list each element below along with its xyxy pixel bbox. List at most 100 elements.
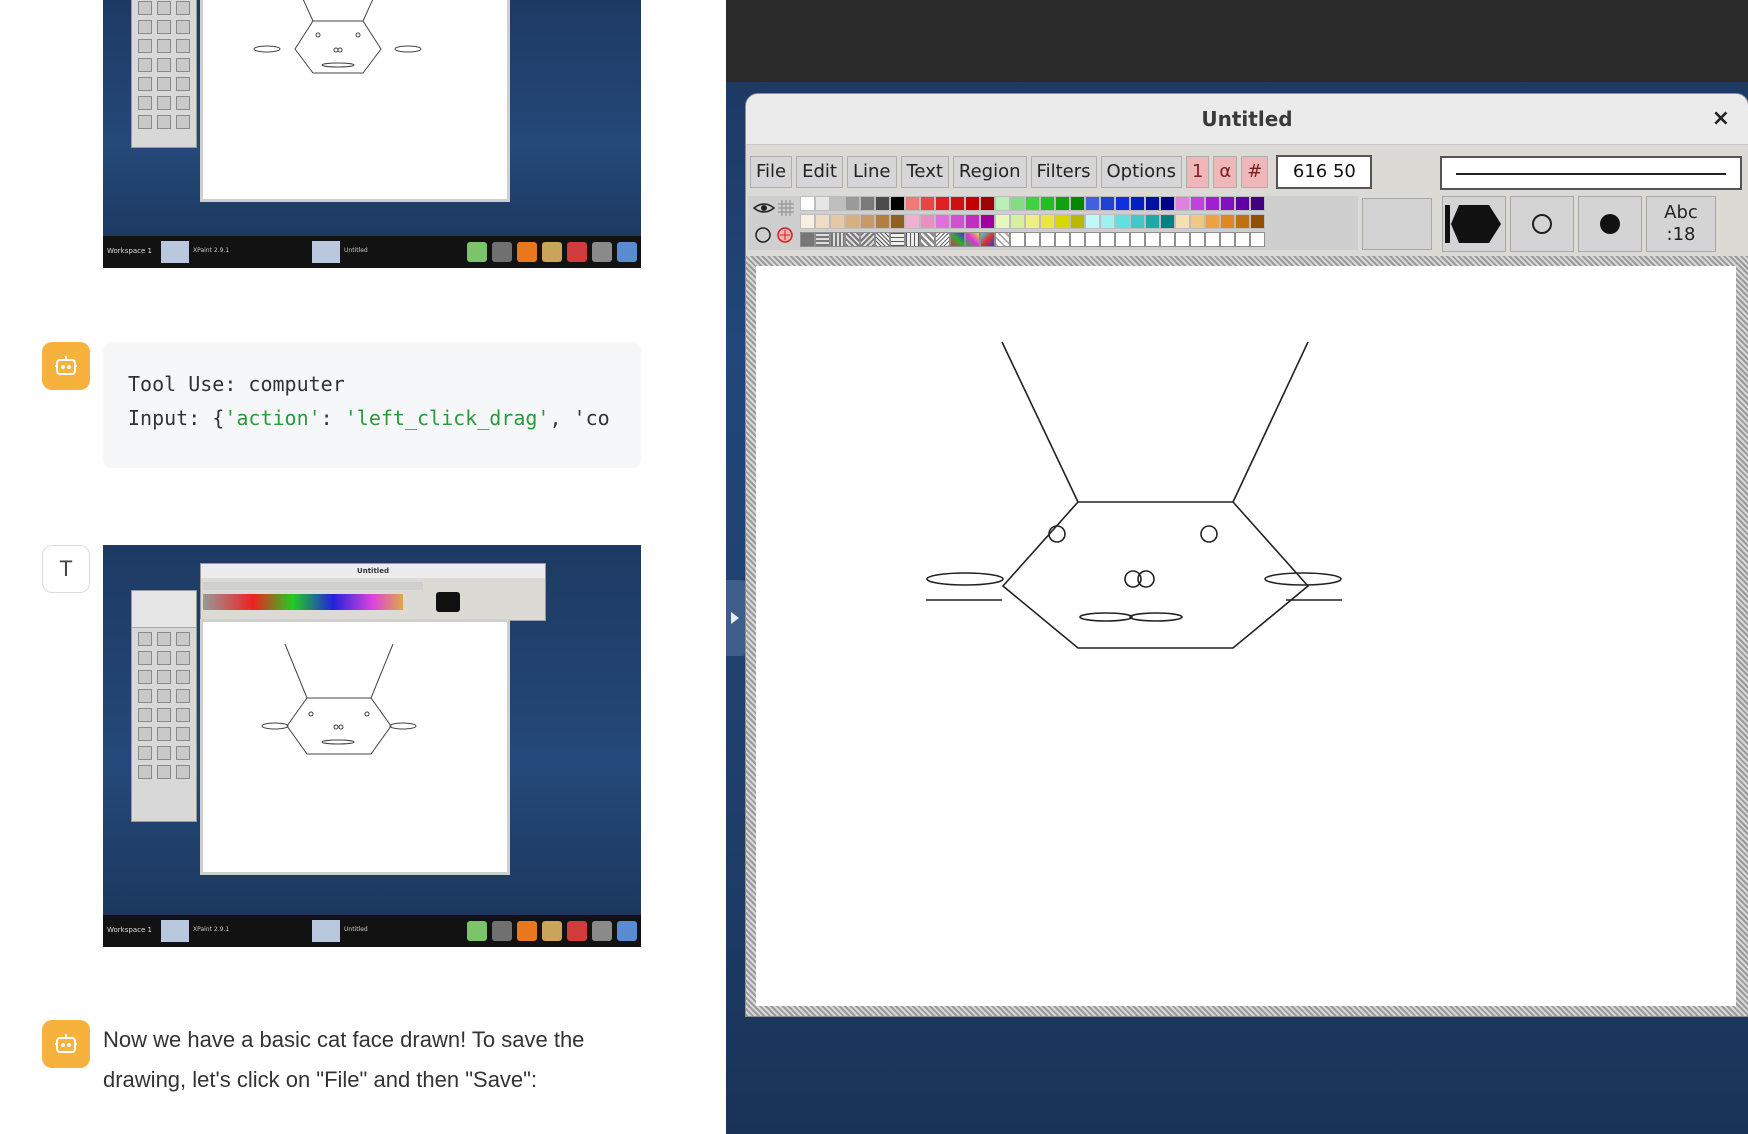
shape-filled-button[interactable]	[1578, 196, 1642, 252]
palette-swatch[interactable]	[1055, 196, 1070, 211]
palette-swatch[interactable]	[1100, 196, 1115, 211]
window-titlebar[interactable]: Untitled ×	[746, 94, 1748, 145]
palette-swatch[interactable]	[1070, 214, 1085, 229]
thumbnail-app-label: XPaint 2.9.1	[193, 926, 230, 933]
thumbnail-app-label: Untitled	[344, 926, 368, 933]
palette-swatch[interactable]	[1115, 214, 1130, 229]
palette-swatch[interactable]	[995, 214, 1010, 229]
palette-swatch[interactable]	[1115, 196, 1130, 211]
eye-icon[interactable]	[752, 200, 776, 216]
palette-swatch[interactable]	[890, 196, 905, 211]
palette-swatch[interactable]	[845, 214, 860, 229]
assistant-avatar	[42, 342, 90, 390]
palette-swatch[interactable]	[1145, 196, 1160, 211]
menu-text[interactable]: Text	[900, 156, 949, 188]
palette-swatch[interactable]	[875, 214, 890, 229]
current-color-swatch[interactable]	[1362, 198, 1432, 250]
palette-swatch[interactable]	[1130, 214, 1145, 229]
palette-swatch[interactable]	[1040, 196, 1055, 211]
palette-swatch[interactable]	[1190, 214, 1205, 229]
palette-swatch[interactable]	[980, 214, 995, 229]
palette-swatch[interactable]	[905, 196, 920, 211]
palette-swatch[interactable]	[1190, 196, 1205, 211]
palette-swatch[interactable]	[965, 196, 980, 211]
palette-swatch[interactable]	[830, 214, 845, 229]
shape-hexagon-button[interactable]	[1442, 196, 1506, 252]
palette-swatch[interactable]	[1085, 196, 1100, 211]
pattern-row[interactable]	[800, 232, 1265, 247]
color-palette[interactable]	[748, 196, 1358, 250]
palette-swatch[interactable]	[950, 214, 965, 229]
palette-swatch[interactable]	[920, 196, 935, 211]
toggle-grid-button[interactable]: #	[1241, 156, 1269, 188]
palette-swatch[interactable]	[1175, 214, 1190, 229]
palette-swatch[interactable]	[1010, 196, 1025, 211]
menu-filters[interactable]: Filters	[1030, 156, 1097, 188]
palette-swatch[interactable]	[1235, 196, 1250, 211]
palette-swatch[interactable]	[1085, 214, 1100, 229]
palette-swatch[interactable]	[1250, 196, 1265, 211]
palette-swatch[interactable]	[860, 214, 875, 229]
palette-swatch[interactable]	[1175, 196, 1190, 211]
toggle-alpha-button[interactable]: α	[1213, 156, 1238, 188]
palette-swatch[interactable]	[845, 196, 860, 211]
palette-swatch[interactable]	[1250, 214, 1265, 229]
tool-use-title: Tool Use: computer	[128, 372, 345, 396]
palette-swatch[interactable]	[1025, 196, 1040, 211]
palette-row-2[interactable]	[800, 214, 1265, 229]
palette-swatch[interactable]	[1130, 196, 1145, 211]
menu-region[interactable]: Region	[952, 156, 1027, 188]
palette-swatch[interactable]	[890, 214, 905, 229]
grid-pattern-icon[interactable]	[778, 200, 794, 216]
palette-swatch[interactable]	[1010, 214, 1025, 229]
circle-fill-pattern-icon[interactable]	[776, 226, 794, 244]
palette-swatch[interactable]	[995, 196, 1010, 211]
palette-swatch[interactable]	[1220, 196, 1235, 211]
palette-swatch[interactable]	[1205, 196, 1220, 211]
menu-line[interactable]: Line	[846, 156, 897, 188]
palette-swatch[interactable]	[980, 196, 995, 211]
drawing-canvas[interactable]	[756, 266, 1736, 1006]
palette-swatch[interactable]	[1040, 214, 1055, 229]
palette-swatch[interactable]	[965, 214, 980, 229]
palette-swatch[interactable]	[1100, 214, 1115, 229]
palette-swatch[interactable]	[1205, 214, 1220, 229]
palette-swatch[interactable]	[800, 196, 815, 211]
palette-swatch[interactable]	[815, 214, 830, 229]
palette-swatch[interactable]	[1220, 214, 1235, 229]
palette-swatch[interactable]	[800, 214, 815, 229]
palette-swatch[interactable]	[935, 214, 950, 229]
palette-swatch[interactable]	[905, 214, 920, 229]
panel-expand-handle[interactable]	[726, 580, 746, 656]
menu-edit[interactable]: Edit	[796, 156, 843, 188]
palette-swatch[interactable]	[1235, 214, 1250, 229]
thumbnail-cat-drawing	[261, 643, 417, 755]
close-button[interactable]: ×	[1712, 94, 1730, 144]
tool-input-key: 'action'	[224, 406, 321, 430]
palette-swatch[interactable]	[1070, 196, 1085, 211]
head-hexagon	[1001, 501, 1310, 649]
shape-outline-button[interactable]	[1510, 196, 1574, 252]
palette-swatch[interactable]	[830, 196, 845, 211]
robot-icon	[55, 356, 77, 375]
palette-swatch[interactable]	[1145, 214, 1160, 229]
filled-hexagon-icon	[1445, 205, 1501, 243]
palette-swatch[interactable]	[935, 196, 950, 211]
font-button[interactable]: Abc:18	[1646, 196, 1716, 252]
menu-file[interactable]: File	[750, 156, 793, 188]
palette-swatch[interactable]	[950, 196, 965, 211]
palette-swatch[interactable]	[1160, 196, 1175, 211]
menu-options[interactable]: Options	[1100, 156, 1182, 188]
palette-swatch[interactable]	[815, 196, 830, 211]
palette-swatch[interactable]	[860, 196, 875, 211]
circle-outline-icon[interactable]	[754, 226, 772, 244]
palette-swatch[interactable]	[1055, 214, 1070, 229]
palette-mode-icons	[750, 196, 798, 250]
palette-swatch[interactable]	[920, 214, 935, 229]
line-width-preview[interactable]	[1440, 156, 1742, 190]
palette-swatch[interactable]	[1025, 214, 1040, 229]
palette-swatch[interactable]	[1160, 214, 1175, 229]
toggle-one-button[interactable]: 1	[1185, 156, 1210, 188]
palette-swatch[interactable]	[875, 196, 890, 211]
palette-row-1[interactable]	[800, 196, 1265, 211]
